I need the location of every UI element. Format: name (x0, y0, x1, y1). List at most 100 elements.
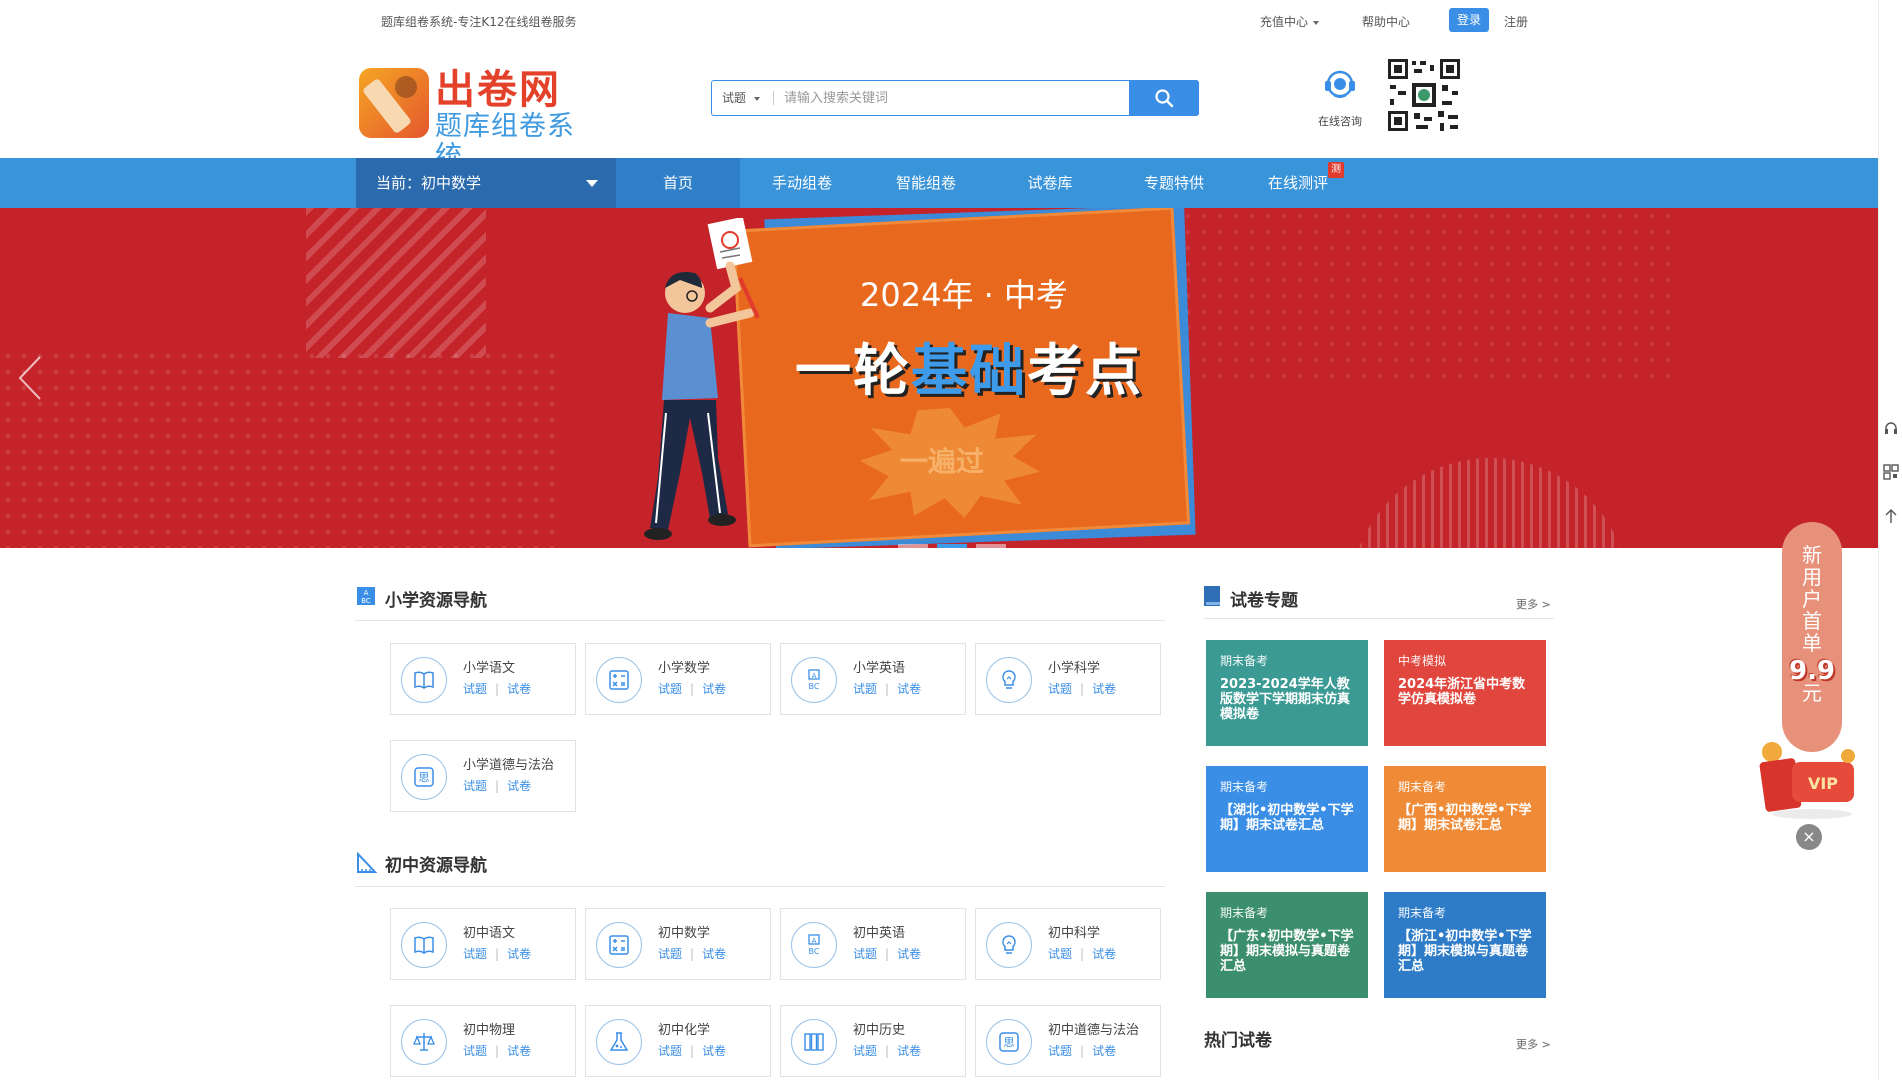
scale-icon (401, 1019, 447, 1065)
recharge-center-link[interactable]: 充值中心 (1260, 13, 1320, 30)
topic-tile[interactable]: 期末备考 【湖北•初中数学•下学期】期末试卷汇总 (1206, 766, 1368, 872)
subject-name[interactable]: 初中语文 (463, 922, 515, 941)
papers-link[interactable]: 试卷 (1092, 1044, 1116, 1058)
papers-link[interactable]: 试卷 (702, 682, 726, 696)
subject-name[interactable]: 初中科学 (1048, 922, 1100, 941)
help-center-link[interactable]: 帮助中心 (1362, 13, 1410, 30)
questions-link[interactable]: 试题 (658, 1044, 682, 1058)
subject-name[interactable]: 初中道德与法治 (1048, 1019, 1139, 1038)
banner-dot-active[interactable] (937, 544, 967, 548)
nav-item-manual-compose[interactable]: 手动组卷 (740, 158, 864, 208)
link-separator: | (1080, 947, 1085, 961)
topic-title: 【浙江•初中数学•下学期】期末模拟与真题卷汇总 (1398, 929, 1532, 974)
subject-name[interactable]: 小学科学 (1048, 657, 1100, 676)
subject-card[interactable]: 初中历史 试题 | 试卷 (780, 1005, 966, 1077)
topic-tile[interactable]: 期末备考 【广西•初中数学•下学期】期末试卷汇总 (1384, 766, 1546, 872)
questions-link[interactable]: 试题 (658, 947, 682, 961)
banner-dot[interactable] (976, 544, 1006, 548)
subject-card[interactable]: A BC 小学英语 试题 | 试卷 (780, 643, 966, 715)
papers-link[interactable]: 试卷 (897, 682, 921, 696)
register-link[interactable]: 注册 (1504, 13, 1528, 30)
page: 题库组卷系统-专注K12在线组卷服务 充值中心 帮助中心 登录 注册 出卷网 题… (0, 0, 1902, 1080)
subject-selector[interactable]: 当前：初中数学 (356, 158, 616, 208)
questions-link[interactable]: 试题 (658, 682, 682, 696)
papers-link[interactable]: 试卷 (507, 947, 531, 961)
papers-link[interactable]: 试卷 (507, 1044, 531, 1058)
subject-card[interactable]: 小学科学试题 | 试卷 (975, 643, 1161, 715)
subject-name[interactable]: 小学英语 (853, 657, 905, 676)
subject-links: 试题 | 试卷 (658, 680, 726, 697)
topics-more-link[interactable]: 更多 > (1516, 596, 1551, 612)
subject-name[interactable]: 小学语文 (463, 657, 515, 676)
subject-card[interactable]: 初中化学 试题 | 试卷 (585, 1005, 771, 1077)
questions-link[interactable]: 试题 (463, 779, 487, 793)
subject-links: 试题 | 试卷 (1048, 680, 1116, 697)
papers-link[interactable]: 试卷 (1092, 682, 1116, 696)
subject-name[interactable]: 初中化学 (658, 1019, 710, 1038)
questions-link[interactable]: 试题 (853, 682, 877, 696)
papers-link[interactable]: 试卷 (897, 1044, 921, 1058)
new-user-promo[interactable]: 新 用 户 首 单 9.9 元 VIP × (1759, 522, 1878, 850)
headset-icon[interactable] (1883, 420, 1899, 436)
middle-nav-title: 初中资源导航 (385, 856, 487, 876)
online-consult-button[interactable]: 在线咨询 (1310, 64, 1370, 134)
nav-item-home[interactable]: 首页 (616, 158, 740, 208)
subject-name[interactable]: 小学道德与法治 (463, 754, 554, 773)
think-icon: 思 (401, 754, 447, 800)
subject-card[interactable]: 初中数学 试题 | 试卷 (585, 908, 771, 980)
search-input[interactable] (774, 81, 1134, 115)
subject-name[interactable]: 初中物理 (463, 1019, 515, 1038)
questions-link[interactable]: 试题 (1048, 682, 1072, 696)
nav-item-paper-library[interactable]: 试卷库 (988, 158, 1112, 208)
topic-tile[interactable]: 期末备考 2023-2024学年人教版数学下学期期末仿真模拟卷 (1206, 640, 1368, 746)
papers-link[interactable]: 试卷 (1092, 947, 1116, 961)
subject-name[interactable]: 小学数学 (658, 657, 710, 676)
divider (1204, 618, 1554, 619)
subject-card[interactable]: 初中科学试题 | 试卷 (975, 908, 1161, 980)
questions-link[interactable]: 试题 (1048, 947, 1072, 961)
search-type-select[interactable]: 试题 (712, 81, 774, 115)
subject-card[interactable]: 初中物理 试题 | 试卷 (390, 1005, 576, 1077)
promo-close-button[interactable]: × (1796, 824, 1822, 850)
primary-nav-title: 小学资源导航 (385, 591, 487, 611)
papers-link[interactable]: 试卷 (507, 779, 531, 793)
topic-tile[interactable]: 中考模拟 2024年浙江省中考数学仿真模拟卷 (1384, 640, 1546, 746)
topic-tile[interactable]: 期末备考 【浙江•初中数学•下学期】期末模拟与真题卷汇总 (1384, 892, 1546, 998)
subject-card[interactable]: 思 小学道德与法治 试题 | 试卷 (390, 740, 576, 812)
subject-card[interactable]: 思 初中道德与法治 试题 | 试卷 (975, 1005, 1161, 1077)
site-logo[interactable]: 出卷网 题库组卷系统 (359, 68, 599, 172)
subject-card[interactable]: A BC 初中英语 试题 | 试卷 (780, 908, 966, 980)
qr-icon[interactable] (1883, 464, 1899, 480)
banner-decoration-dots (1180, 208, 1680, 388)
banner-dot[interactable] (898, 544, 928, 548)
nav-item-special-topics[interactable]: 专题特供 (1112, 158, 1236, 208)
subject-card[interactable]: 小学数学试题 | 试卷 (585, 643, 771, 715)
papers-link[interactable]: 试卷 (507, 682, 531, 696)
nav-item-smart-compose[interactable]: 智能组卷 (864, 158, 988, 208)
questions-link[interactable]: 试题 (853, 1044, 877, 1058)
papers-link[interactable]: 试卷 (702, 1044, 726, 1058)
hot-papers-more-link[interactable]: 更多 > (1516, 1036, 1551, 1052)
banner-prev-arrow-icon[interactable] (14, 353, 44, 403)
subject-card[interactable]: 小学语文 试题 | 试卷 (390, 643, 576, 715)
test-badge: 测 (1328, 162, 1344, 178)
questions-link[interactable]: 试题 (853, 947, 877, 961)
questions-link[interactable]: 试题 (463, 1044, 487, 1058)
subject-name[interactable]: 初中数学 (658, 922, 710, 941)
hero-banner[interactable]: 2024年 · 中考 一轮基础考点 一遍过 (0, 208, 1878, 548)
topic-tile[interactable]: 期末备考 【广东•初中数学•下学期】期末模拟与真题卷汇总 (1206, 892, 1368, 998)
search-button[interactable] (1129, 80, 1199, 116)
subject-links: 试题 | 试卷 (1048, 1042, 1116, 1059)
questions-link[interactable]: 试题 (463, 682, 487, 696)
login-button[interactable]: 登录 (1449, 8, 1489, 32)
hot-papers-title: 热门试卷 (1204, 1031, 1272, 1051)
topic-title: 【广西•初中数学•下学期】期末试卷汇总 (1398, 803, 1532, 833)
subject-name[interactable]: 初中历史 (853, 1019, 905, 1038)
papers-link[interactable]: 试卷 (702, 947, 726, 961)
back-to-top-icon[interactable] (1883, 508, 1899, 524)
subject-card[interactable]: 初中语文 试题 | 试卷 (390, 908, 576, 980)
subject-name[interactable]: 初中英语 (853, 922, 905, 941)
papers-link[interactable]: 试卷 (897, 947, 921, 961)
questions-link[interactable]: 试题 (463, 947, 487, 961)
questions-link[interactable]: 试题 (1048, 1044, 1072, 1058)
